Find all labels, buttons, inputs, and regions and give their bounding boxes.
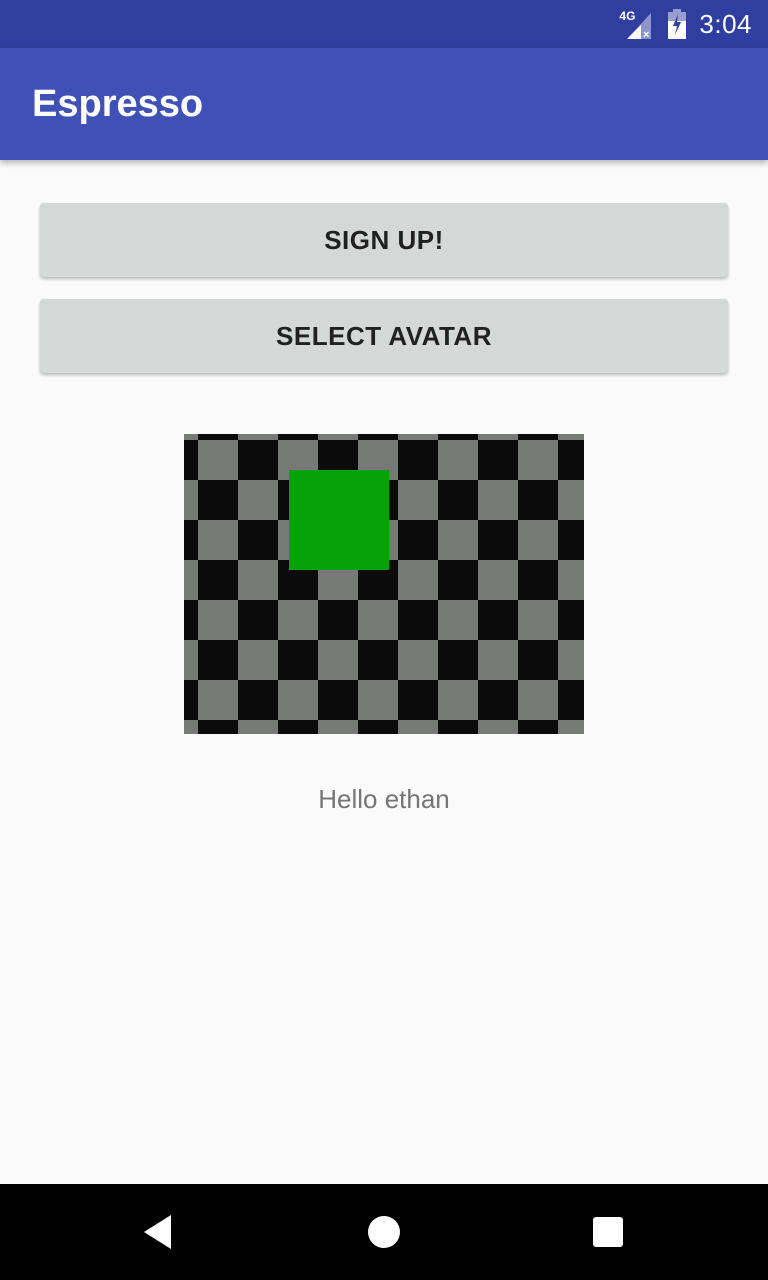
back-button[interactable] bbox=[112, 1184, 208, 1280]
greeting-text: Hello ethan bbox=[318, 784, 450, 814]
back-icon bbox=[144, 1215, 171, 1249]
recents-button[interactable] bbox=[560, 1184, 656, 1280]
battery-icon bbox=[667, 9, 687, 39]
recents-icon bbox=[593, 1217, 623, 1247]
status-bar: 4G × 3:04 bbox=[0, 0, 768, 48]
avatar-green-square bbox=[289, 470, 389, 570]
navigation-bar bbox=[0, 1184, 768, 1280]
app-title: Espresso bbox=[32, 83, 204, 125]
app-bar: Espresso bbox=[0, 48, 768, 160]
sign-up-button[interactable]: SIGN UP! bbox=[40, 203, 728, 277]
avatar-image bbox=[184, 434, 584, 734]
home-button[interactable] bbox=[336, 1184, 432, 1280]
clock: 3:04 bbox=[699, 8, 752, 39]
status-icons: 4G × 3:04 bbox=[619, 0, 752, 48]
svg-text:×: × bbox=[643, 29, 649, 39]
home-icon bbox=[368, 1216, 400, 1248]
select-avatar-button[interactable]: SELECT AVATAR bbox=[40, 299, 728, 373]
signal-icon: 4G × bbox=[619, 9, 655, 39]
